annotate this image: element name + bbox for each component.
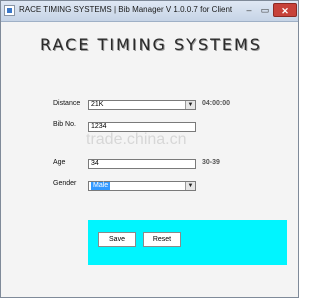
chevron-down-icon: ▼ <box>185 101 195 109</box>
title-bar[interactable]: RACE TIMING SYSTEMS | Bib Manager V 1.0.… <box>1 1 298 22</box>
gender-select[interactable]: Male ▼ <box>88 181 196 191</box>
age-group-hint: 30-39 <box>202 159 220 166</box>
save-button[interactable]: Save <box>98 232 136 247</box>
reset-button[interactable]: Reset <box>143 232 181 247</box>
watermark: trade.china.cn <box>86 131 187 148</box>
distance-label: Distance <box>53 100 81 107</box>
button-panel: Save Reset <box>88 220 287 265</box>
age-label: Age <box>53 159 66 166</box>
distance-cutoff-hint: 04:00:00 <box>202 100 231 107</box>
close-button[interactable]: ✕ <box>273 3 297 17</box>
distance-select[interactable]: 21K ▼ <box>88 100 196 110</box>
app-window: RACE TIMING SYSTEMS | Bib Manager V 1.0.… <box>0 0 299 298</box>
window-title: RACE TIMING SYSTEMS | Bib Manager V 1.0.… <box>19 5 233 14</box>
chevron-down-icon: ▼ <box>185 182 195 190</box>
app-icon <box>4 5 15 16</box>
gender-value: Male <box>91 182 111 190</box>
distance-value: 21K <box>91 101 104 108</box>
age-input[interactable]: 34 <box>88 159 196 169</box>
minimize-button[interactable]: – <box>241 3 257 17</box>
gender-label: Gender <box>53 180 77 187</box>
logo-title: RACE TIMING SYSTEMS <box>40 35 262 54</box>
bib-no-label: Bib No. <box>53 121 76 128</box>
maximize-button[interactable]: ▭ <box>257 3 273 17</box>
